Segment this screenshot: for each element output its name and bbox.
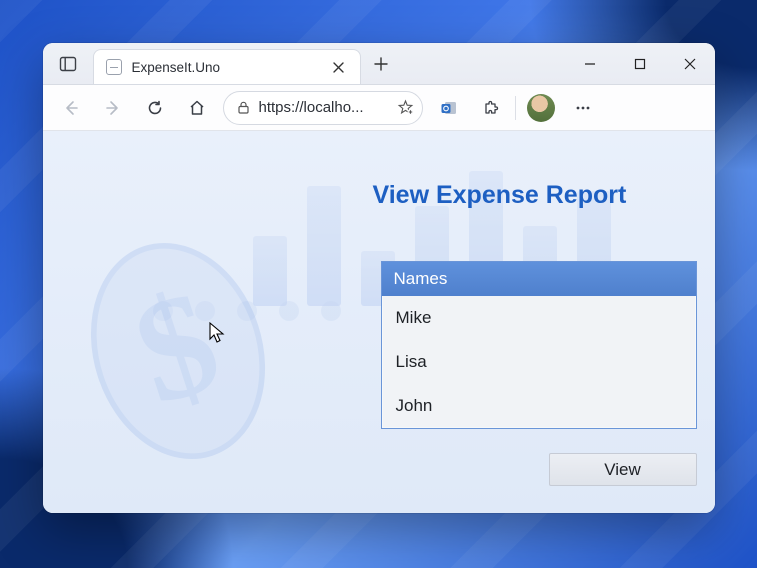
avatar	[527, 94, 555, 122]
arrow-left-icon	[62, 99, 80, 117]
window-close-button[interactable]	[665, 43, 715, 84]
new-tab-button[interactable]	[361, 43, 401, 84]
browser-window: ExpenseIt.Uno	[43, 43, 715, 513]
arrow-right-icon	[104, 99, 122, 117]
close-icon	[333, 62, 344, 73]
list-item[interactable]: John	[382, 384, 696, 428]
window-minimize-button[interactable]	[565, 43, 615, 84]
favorite-icon[interactable]	[397, 99, 414, 116]
browser-tab[interactable]: ExpenseIt.Uno	[93, 49, 361, 84]
window-maximize-button[interactable]	[615, 43, 665, 84]
tab-title: ExpenseIt.Uno	[132, 60, 317, 75]
nav-forward-button[interactable]	[95, 91, 131, 125]
page-content: $ View Expense Report Names Mike Lisa Jo…	[43, 131, 715, 513]
names-panel-header: Names	[382, 262, 696, 296]
ellipsis-icon	[574, 99, 592, 117]
nav-home-button[interactable]	[179, 91, 215, 125]
lock-icon	[236, 100, 251, 115]
maximize-icon	[634, 58, 646, 70]
list-item[interactable]: Lisa	[382, 340, 696, 384]
nav-refresh-button[interactable]	[137, 91, 173, 125]
more-menu-button[interactable]	[565, 91, 601, 125]
view-button[interactable]: View	[549, 453, 697, 486]
minimize-icon	[584, 58, 596, 70]
mail-app-icon	[439, 98, 459, 118]
address-url: https://localho...	[259, 99, 389, 116]
toolbar: https://localho...	[43, 85, 715, 131]
names-panel: Names Mike Lisa John	[381, 261, 697, 429]
close-icon	[684, 58, 696, 70]
nav-back-button[interactable]	[53, 91, 89, 125]
puzzle-icon	[482, 99, 500, 117]
profile-button[interactable]	[523, 91, 559, 125]
titlebar: ExpenseIt.Uno	[43, 43, 715, 85]
tab-close-button[interactable]	[327, 58, 350, 77]
address-bar[interactable]: https://localho...	[223, 91, 423, 125]
mouse-cursor	[208, 321, 226, 345]
names-list[interactable]: Mike Lisa John	[382, 296, 696, 428]
list-item[interactable]: Mike	[382, 296, 696, 340]
home-icon	[188, 99, 206, 117]
tab-favicon	[106, 59, 122, 75]
page-title: View Expense Report	[373, 181, 627, 210]
tab-actions-icon	[59, 55, 77, 73]
refresh-icon	[146, 99, 164, 117]
extensions-button[interactable]	[473, 91, 509, 125]
tab-actions-button[interactable]	[43, 43, 93, 84]
outlook-extension-button[interactable]	[431, 91, 467, 125]
plus-icon	[374, 57, 388, 71]
window-controls	[565, 43, 715, 84]
decorative-dollar: $	[63, 221, 293, 481]
